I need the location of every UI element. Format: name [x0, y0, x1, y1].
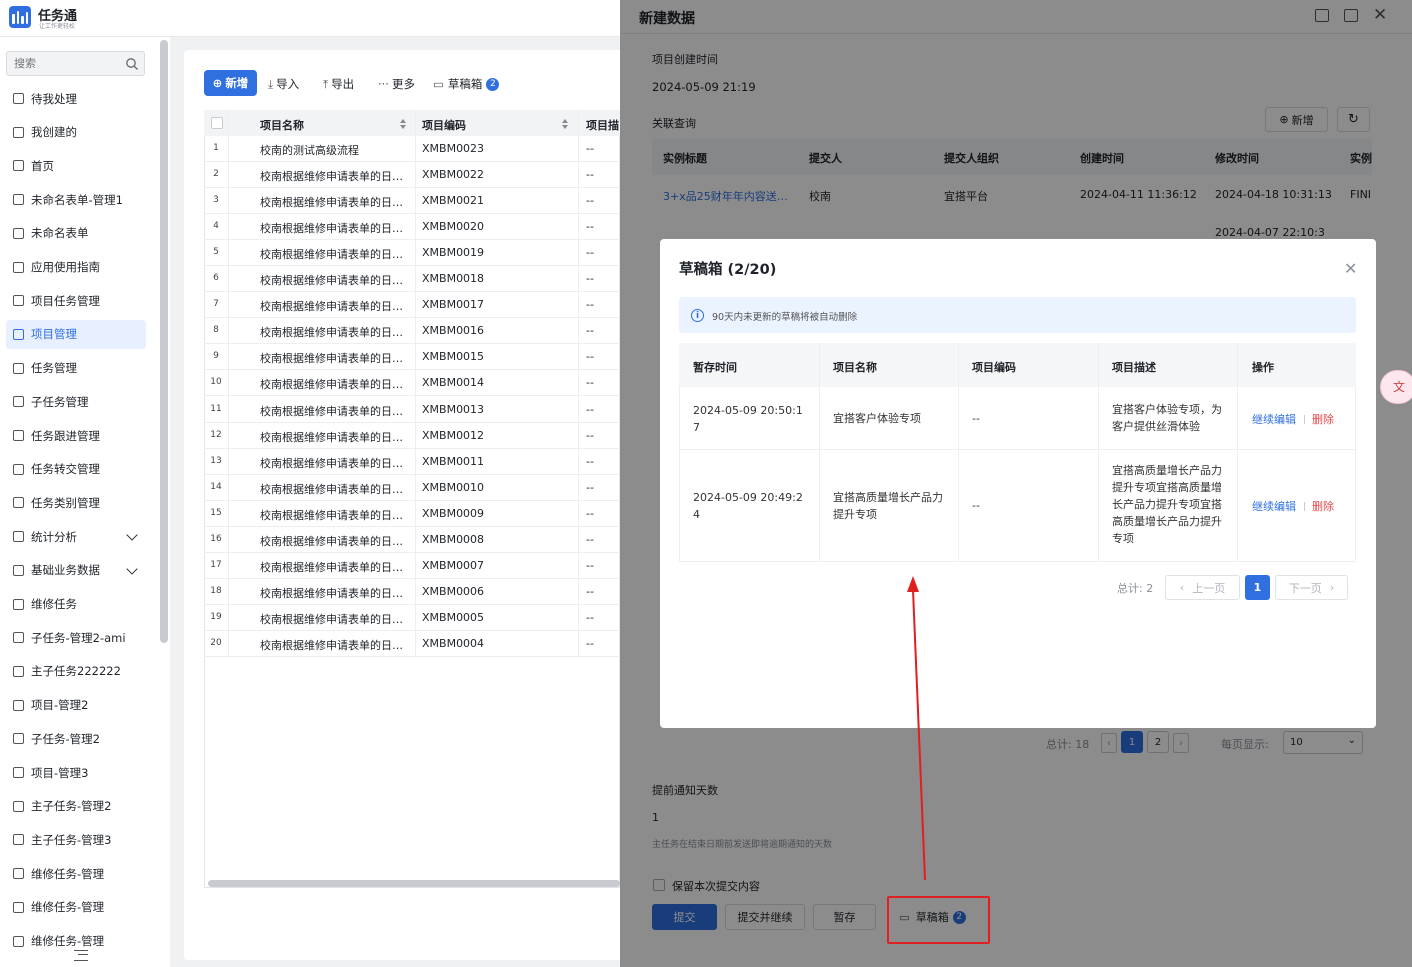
translate-fab-icon[interactable]: 文 [1380, 370, 1412, 404]
annotation-arrow [907, 576, 926, 881]
